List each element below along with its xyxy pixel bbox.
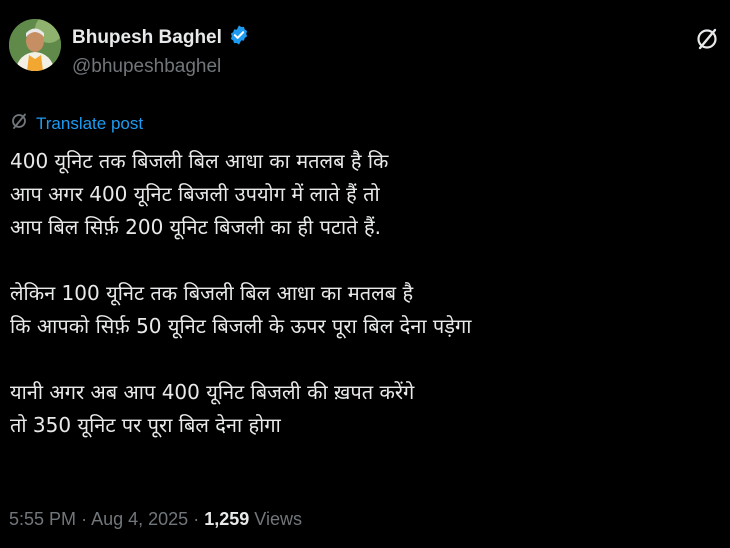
post-line: लेकिन 100 यूनिट तक बिजली बिल आधा का मतलब… bbox=[10, 281, 414, 305]
post-line: कि आपको सिर्फ़ 50 यूनिट बिजली के ऊपर पूर… bbox=[10, 314, 472, 338]
translate-post-link[interactable]: Translate post bbox=[10, 112, 143, 135]
post-line: आप बिल सिर्फ़ 200 यूनिट बिजली का ही पटात… bbox=[10, 215, 381, 239]
post-line: आप अगर 400 यूनिट बिजली उपयोग में लाते है… bbox=[10, 182, 380, 206]
post-date[interactable]: Aug 4, 2025 bbox=[91, 509, 188, 529]
post-meta: 5:55 PM · Aug 4, 2025 · 1,259 Views bbox=[9, 509, 302, 530]
meta-separator: · bbox=[193, 509, 200, 529]
author-name-row[interactable]: Bhupesh Baghel bbox=[72, 24, 250, 51]
verified-badge-icon bbox=[228, 24, 250, 51]
translate-icon bbox=[10, 112, 28, 135]
post-time[interactable]: 5:55 PM bbox=[9, 509, 76, 529]
author-name[interactable]: Bhupesh Baghel bbox=[72, 27, 222, 49]
grok-icon[interactable] bbox=[694, 26, 720, 52]
meta-separator: · bbox=[81, 509, 88, 529]
views-count: 1,259 bbox=[204, 509, 250, 529]
post-line: 400 यूनिट तक बिजली बिल आधा का मतलब है कि bbox=[10, 149, 389, 173]
avatar[interactable] bbox=[9, 19, 61, 71]
post-line: यानी अगर अब आप 400 यूनिट बिजली की ख़पत क… bbox=[10, 380, 415, 404]
translate-post-label[interactable]: Translate post bbox=[36, 114, 143, 134]
avatar-image bbox=[9, 19, 61, 71]
post-paragraph: लेकिन 100 यूनिट तक बिजली बिल आधा का मतलब… bbox=[10, 277, 710, 343]
views-label: Views bbox=[254, 509, 302, 529]
post-paragraph: 400 यूनिट तक बिजली बिल आधा का मतलब है कि… bbox=[10, 145, 710, 244]
post-body: 400 यूनिट तक बिजली बिल आधा का मतलब है कि… bbox=[10, 145, 710, 442]
author-handle[interactable]: @bhupeshbaghel bbox=[72, 56, 221, 78]
post-paragraph: यानी अगर अब आप 400 यूनिट बिजली की ख़पत क… bbox=[10, 376, 710, 442]
post-line: तो 350 यूनिट पर पूरा बिल देना होगा bbox=[10, 413, 281, 437]
